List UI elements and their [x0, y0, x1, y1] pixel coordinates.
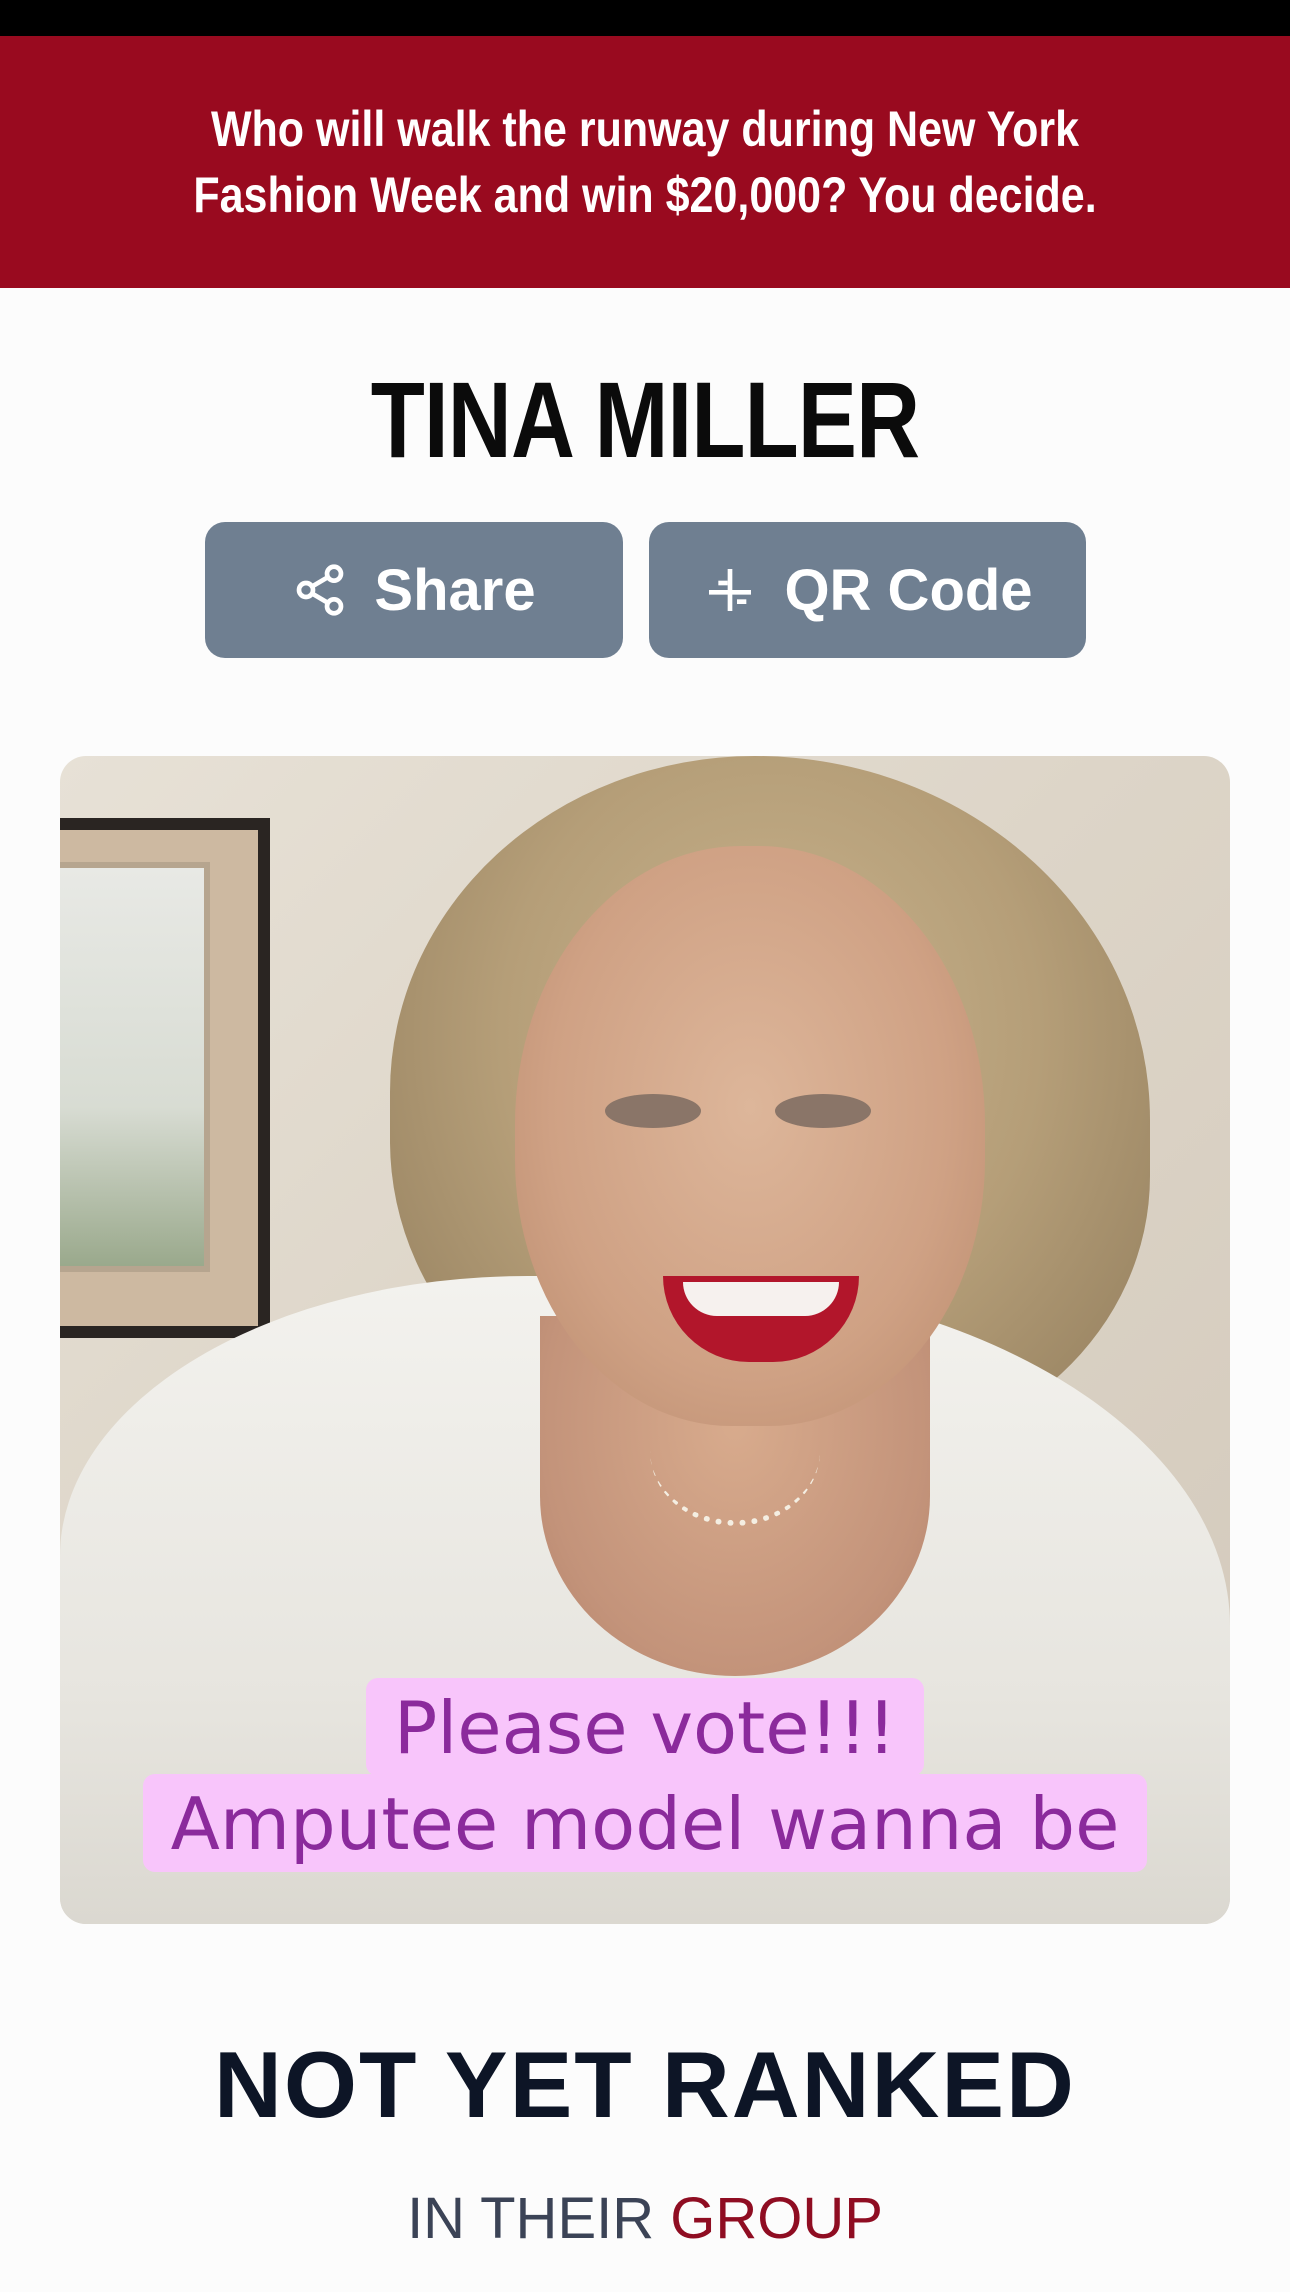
rank-subtitle: IN THEIR GROUP: [0, 2184, 1290, 2254]
contestant-name: TINA MILLER: [370, 359, 920, 480]
qr-code-icon: [709, 569, 752, 611]
share-icon: [297, 564, 344, 616]
rank-subtitle-accent: GROUP: [670, 2186, 883, 2251]
rank-subtitle-prefix: IN THEIR: [407, 2186, 671, 2251]
caption-line-2: Amputee model wanna be: [142, 1774, 1148, 1872]
share-button[interactable]: Share: [205, 522, 623, 658]
share-label: Share: [374, 557, 536, 623]
face: [515, 846, 985, 1426]
qr-code-label: QR Code: [784, 557, 1033, 623]
wall-picture-frame: [60, 818, 270, 1338]
banner-text: Who will walk the runway during New York…: [193, 101, 1097, 223]
photo-caption: Please vote!!! Amputee model wanna be: [60, 1678, 1230, 1872]
status-bar: [0, 0, 1290, 36]
qr-code-button[interactable]: QR Code: [649, 522, 1086, 658]
caption-line-1: Please vote!!!: [365, 1678, 925, 1776]
rank-status: NOT YET RANKED: [214, 2032, 1076, 2137]
promo-banner: Who will walk the runway during New York…: [0, 36, 1290, 288]
contestant-photo: Please vote!!! Amputee model wanna be: [60, 756, 1230, 1924]
